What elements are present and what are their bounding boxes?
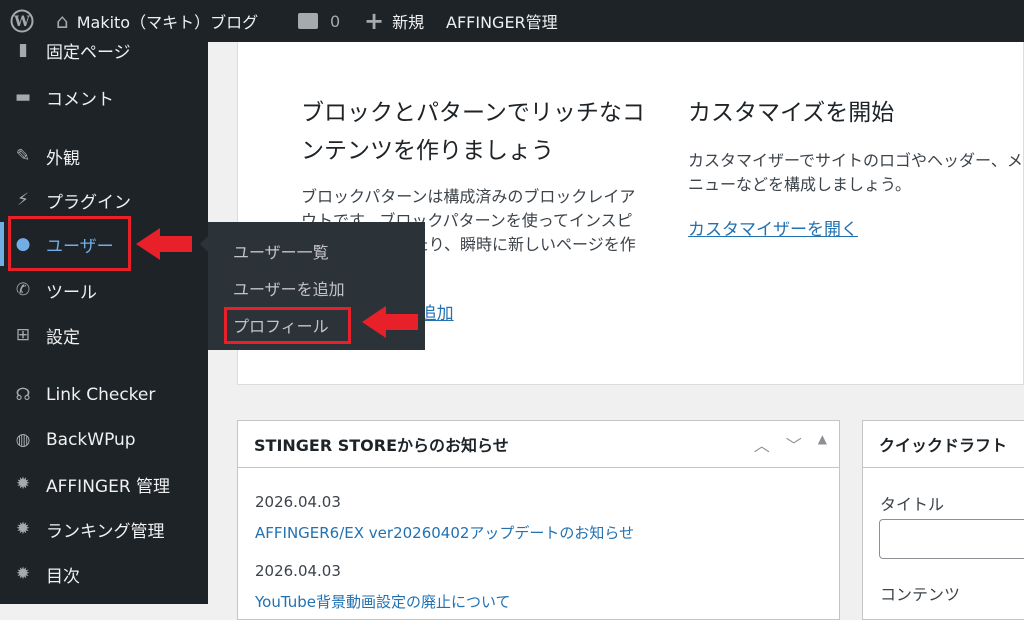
sidebar-item-label: 設定: [46, 327, 80, 348]
svg-text:W: W: [13, 14, 30, 30]
link-icon: ☊: [15, 385, 31, 405]
submenu-all-users[interactable]: ユーザー一覧: [233, 239, 329, 263]
quick-draft-title: クイックドラフト: [879, 436, 1008, 455]
sidebar-item-11[interactable]: ✹ 目次: [0, 554, 208, 594]
sidebar-item-label: 固定ページ: [46, 42, 131, 63]
news-date: 2026.04.03: [255, 493, 341, 511]
sidebar-item-label: ツール: [46, 282, 97, 303]
quick-draft-header: クイックドラフト: [863, 421, 1024, 468]
quick-draft-widget: クイックドラフト タイトル コンテンツ: [862, 420, 1024, 620]
settings-icon: ⊞: [15, 325, 31, 345]
backup-icon: ◍: [15, 430, 31, 450]
sidebar-item-label: コメント: [46, 89, 114, 110]
draft-title-input[interactable]: [879, 519, 1024, 559]
plugin-icon: ⚡: [17, 190, 29, 210]
red-arrow-icon: [362, 306, 418, 338]
affinger-admin-link[interactable]: AFFINGER管理: [446, 0, 558, 42]
plus-icon: +: [364, 7, 385, 35]
news-date: 2026.04.03: [255, 562, 341, 580]
move-down-icon[interactable]: ﹀: [786, 432, 802, 456]
title-label: タイトル: [880, 495, 945, 514]
sidebar-item-7[interactable]: ☊ Link Checker: [0, 375, 208, 415]
sidebar-item-label: 目次: [46, 566, 80, 587]
sidebar-item-3[interactable]: ⚡ プラグイン: [0, 180, 208, 220]
news-link[interactable]: YouTube背景動画設定の廃止について: [255, 591, 511, 612]
welcome-col1-title: ブロックとパターンでリッチなコンテンツを作りましょう: [301, 100, 645, 164]
sidebar-item-5[interactable]: ✆ ツール: [0, 270, 208, 310]
brush-icon: ✎: [15, 146, 31, 166]
comments-link[interactable]: 0: [298, 0, 340, 42]
sidebar-item-10[interactable]: ✹ ランキング管理: [0, 509, 208, 549]
wrench-icon: ✆: [15, 280, 31, 300]
sidebar-item-6[interactable]: ⊞ 設定: [0, 315, 208, 355]
sidebar-item-0[interactable]: ▮ 固定ページ: [0, 30, 208, 70]
gear-icon: ✹: [15, 474, 31, 494]
gear-icon: ✹: [15, 564, 31, 584]
news-widget-title: STINGER STOREからのお知らせ: [254, 436, 509, 455]
sidebar-item-label: 外観: [46, 148, 80, 169]
content-label: コンテンツ: [880, 585, 961, 604]
welcome-col2-text: カスタマイザーでサイトのロゴやヘッダー、メニューなどを構成しましょう。: [688, 151, 1023, 194]
sidebar-item-2[interactable]: ✎ 外観: [0, 136, 208, 176]
sidebar-item-label: プラグイン: [46, 192, 131, 213]
welcome-col2-title: カスタマイズを開始: [688, 100, 895, 126]
news-widget-header: STINGER STOREからのお知らせ ︿ ﹀ ▲: [238, 421, 839, 468]
move-up-icon[interactable]: ︿: [754, 432, 770, 456]
highlight-profile-box: [224, 307, 351, 344]
sidebar-item-1[interactable]: ▬ コメント: [0, 77, 208, 117]
sidebar-item-label: BackWPup: [46, 430, 136, 450]
collapse-icon[interactable]: ▲: [818, 432, 827, 456]
news-widget: STINGER STOREからのお知らせ ︿ ﹀ ▲ 2026.04.03 AF…: [237, 420, 840, 620]
sidebar-item-8[interactable]: ◍ BackWPup: [0, 420, 208, 460]
sidebar-item-label: Link Checker: [46, 385, 156, 405]
comment-icon: ▬: [14, 87, 32, 107]
sidebar-item-9[interactable]: ✹ AFFINGER 管理: [0, 464, 208, 504]
page-icon: ▮: [18, 40, 28, 60]
comment-icon: [298, 13, 318, 29]
new-content-link[interactable]: + 新規: [364, 0, 424, 42]
sidebar-item-label: ランキング管理: [46, 521, 165, 542]
submenu-add-user[interactable]: ユーザーを追加: [233, 276, 345, 300]
highlight-users-box: [8, 216, 131, 271]
news-link[interactable]: AFFINGER6/EX ver20260402アップデートのお知らせ: [255, 522, 634, 543]
gear-icon: ✹: [15, 519, 31, 539]
red-arrow-icon: [136, 228, 192, 260]
open-customizer-link[interactable]: カスタマイザーを開く: [688, 215, 858, 240]
sidebar-item-label: AFFINGER 管理: [46, 476, 171, 497]
